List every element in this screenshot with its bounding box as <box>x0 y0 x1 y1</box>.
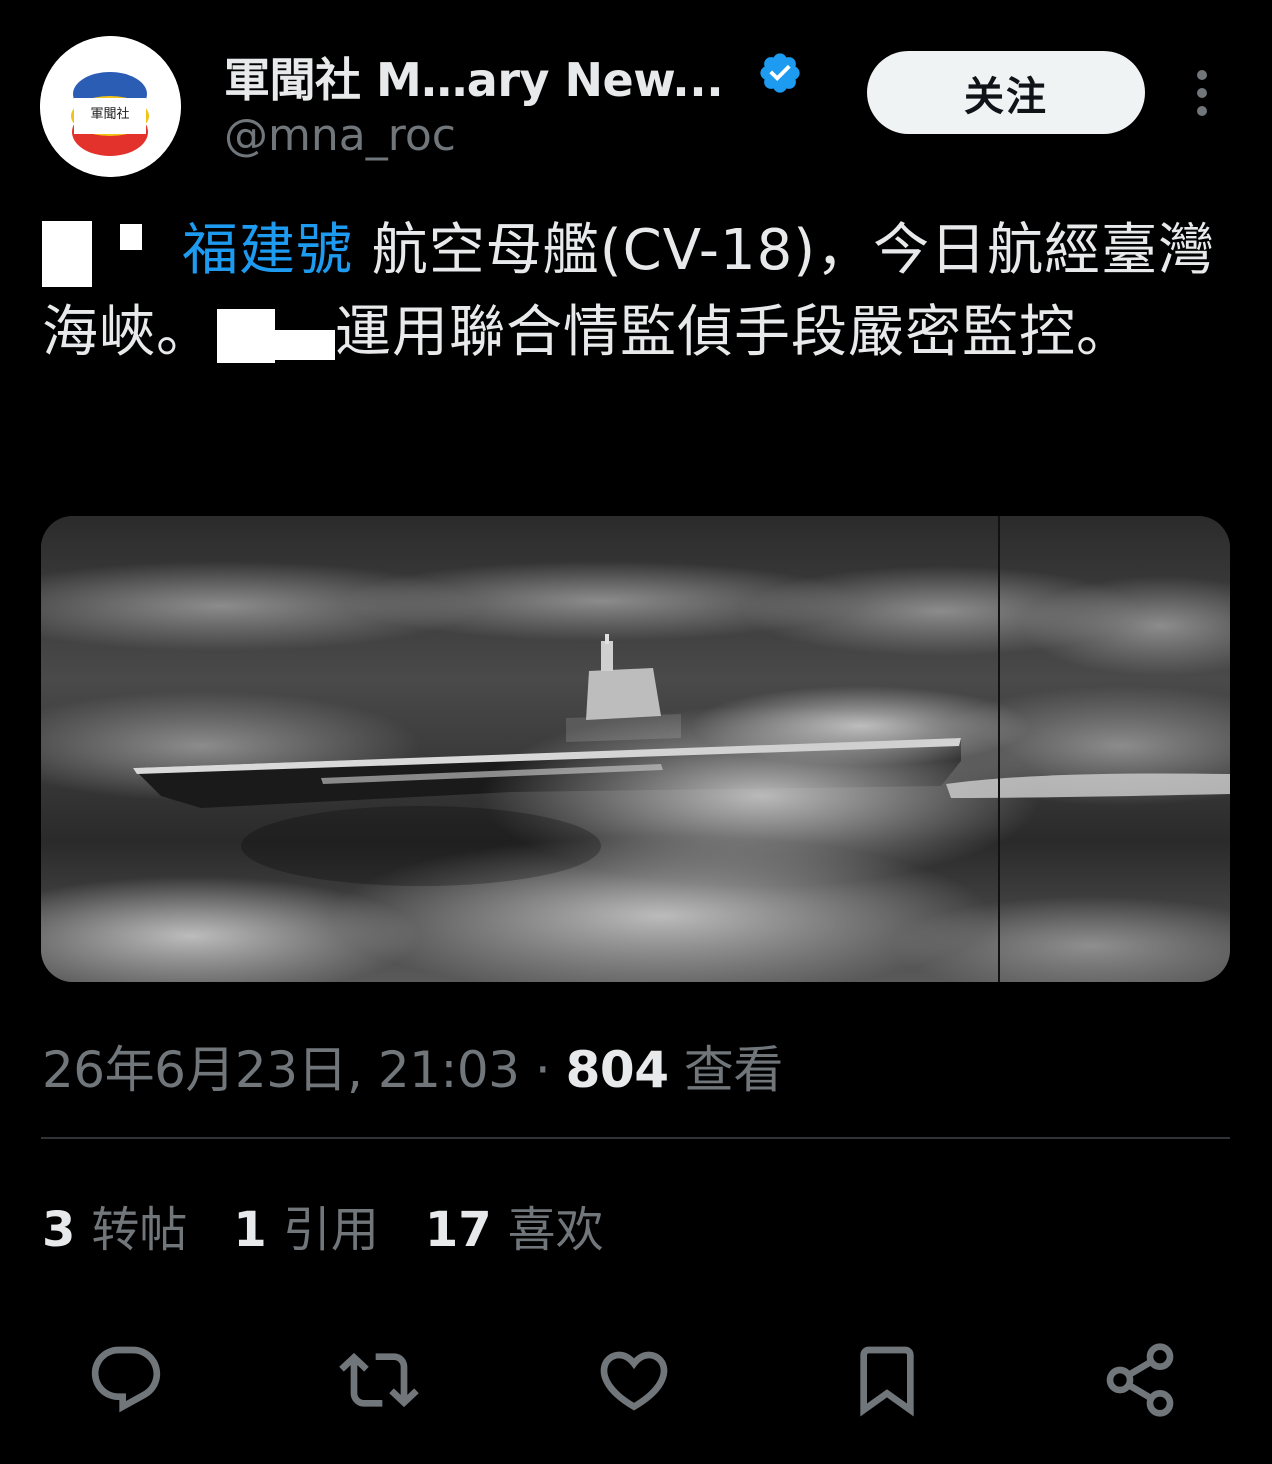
avatar[interactable]: 軍聞社 <box>40 36 181 177</box>
quotes-count: 1 <box>233 1202 267 1258</box>
quotes-stat[interactable]: 1 引用 <box>233 1190 378 1260</box>
display-name[interactable]: 軍聞社 M…ary New... <box>224 44 724 110</box>
hashtag-link[interactable]: 福建號 <box>182 218 353 283</box>
user-handle[interactable]: @mna_roc <box>224 110 456 161</box>
redaction-mark <box>275 330 335 360</box>
tweet-header: 軍聞社 軍聞社 M…ary New... @mna_roc 关注 <box>0 0 1272 190</box>
tweet-media-photo[interactable] <box>41 516 1230 982</box>
redaction-mark <box>217 308 275 363</box>
more-vertical-icon[interactable] <box>1190 68 1214 118</box>
redaction-mark <box>42 220 92 287</box>
share-icon <box>1106 1343 1174 1417</box>
like-icon <box>600 1351 668 1411</box>
avatar-logo-icon: 軍聞社 <box>40 36 181 177</box>
redaction-mark <box>120 224 142 250</box>
reply-button[interactable] <box>86 1340 166 1420</box>
retweets-stat[interactable]: 3 转帖 <box>42 1190 187 1260</box>
likes-count: 17 <box>424 1202 492 1258</box>
divider <box>41 1137 1230 1139</box>
tweet-text-segment: 運用聯合情監偵手段嚴密監控。 <box>335 300 1133 365</box>
views-count: 804 <box>565 1041 669 1099</box>
likes-stat[interactable]: 17 喜欢 <box>425 1190 604 1260</box>
retweets-label: 转帖 <box>91 1202 188 1258</box>
verified-badge-icon <box>760 53 800 93</box>
like-button[interactable] <box>594 1340 674 1420</box>
tweet-text: 福建號 航空母艦(CV-18)，今日航經臺灣海峽。 運用聯合情監偵手段嚴密監控。 <box>42 210 1232 374</box>
reply-icon <box>91 1346 161 1413</box>
retweet-icon <box>339 1352 419 1408</box>
tweet-meta: 26年6月23日, 21:03 · 804 查看 <box>42 1030 783 1102</box>
bookmark-button[interactable] <box>847 1340 927 1420</box>
likes-label: 喜欢 <box>507 1202 604 1258</box>
retweet-button[interactable] <box>339 1340 419 1420</box>
share-button[interactable] <box>1100 1340 1180 1420</box>
engagement-stats: 3 转帖 1 引用 17 喜欢 <box>42 1190 604 1260</box>
bookmark-icon <box>860 1346 914 1417</box>
avatar-logo-text: 軍聞社 <box>90 106 129 122</box>
follow-button[interactable]: 关注 <box>867 51 1145 134</box>
meta-separator: · <box>519 1041 566 1099</box>
tweet-timestamp[interactable]: 26年6月23日, 21:03 <box>42 1041 520 1099</box>
retweets-count: 3 <box>42 1202 76 1258</box>
views-label: 查看 <box>668 1041 784 1099</box>
quotes-label: 引用 <box>282 1202 379 1258</box>
photo-carrier-icon <box>41 516 1230 982</box>
